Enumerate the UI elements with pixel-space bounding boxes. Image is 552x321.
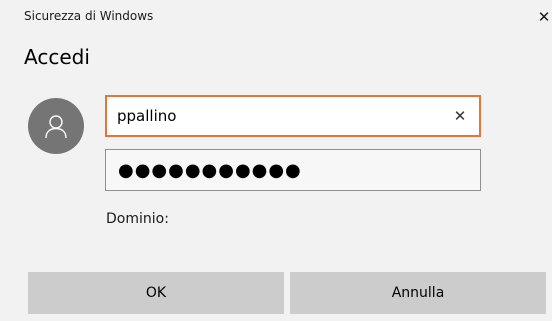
dialog-heading: Accedi (24, 45, 90, 69)
cancel-button[interactable]: Annulla (290, 272, 546, 314)
password-field[interactable] (105, 149, 481, 191)
password-input[interactable] (106, 150, 480, 190)
user-icon (45, 115, 67, 139)
domain-label: Dominio: (106, 211, 169, 227)
login-dialog: Sicurezza di Windows ✕ Accedi ✕ Dominio:… (0, 0, 552, 321)
clear-icon[interactable]: ✕ (451, 107, 469, 125)
username-input[interactable] (107, 97, 479, 135)
ok-button[interactable]: OK (28, 272, 284, 314)
username-field[interactable]: ✕ (105, 95, 481, 137)
avatar (28, 98, 84, 154)
window-title: Sicurezza di Windows (24, 9, 154, 23)
close-icon[interactable]: ✕ (536, 8, 552, 26)
